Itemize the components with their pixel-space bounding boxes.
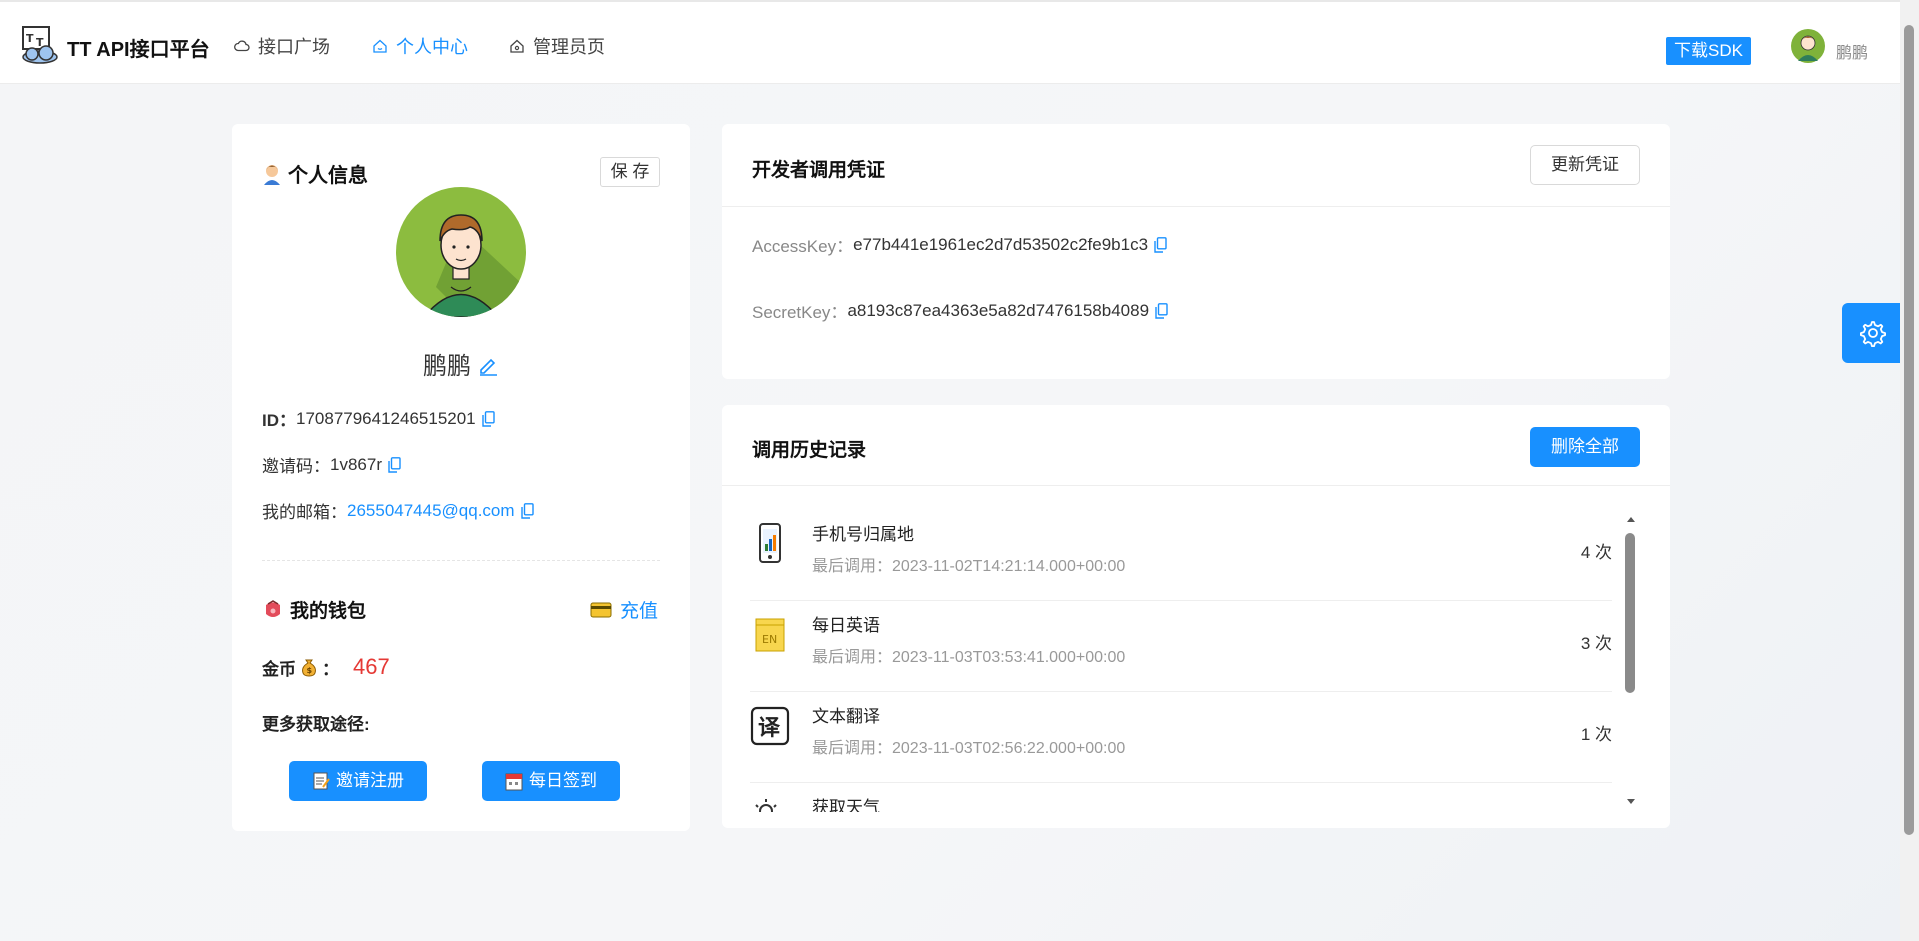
invite-register-button[interactable]: 邀请注册	[289, 761, 427, 801]
coins-row: 金币 $ ： 467	[262, 654, 390, 680]
profile-username: 鹏鹏	[232, 346, 690, 381]
id-value: 1708779641246515201	[296, 408, 476, 428]
recharge-link[interactable]: 充值	[590, 596, 658, 623]
invite-value: 1v867r	[330, 454, 382, 474]
nav-item-admin[interactable]: 管理员页	[509, 33, 605, 59]
history-item-time: 最后调用：2023-11-02T14:21:14.000+00:00	[812, 558, 1126, 575]
calendar-icon	[505, 773, 523, 791]
brand-title[interactable]: TT API接口平台	[67, 33, 210, 62]
cloud-icon	[234, 40, 250, 52]
nav-item-label: 个人中心	[396, 37, 468, 57]
history-item-count: 4 次	[1580, 543, 1612, 562]
access-key-row: AccessKey： e77b441e1961ec2d7d53502c2fe9b…	[752, 232, 1167, 257]
id-label: ID：	[262, 411, 296, 430]
history-item-name: 手机号归属地	[812, 525, 914, 544]
copy-icon[interactable]	[1155, 302, 1168, 319]
copy-icon[interactable]	[520, 502, 534, 519]
copy-icon[interactable]	[388, 456, 401, 473]
username-text: 鹏鹏	[423, 353, 471, 380]
phone-icon	[759, 523, 781, 563]
credentials-card: 开发者调用凭证 更新凭证 AccessKey： e77b441e1961ec2d…	[722, 124, 1670, 379]
save-button[interactable]: 保 存	[600, 157, 660, 187]
person-icon	[264, 164, 280, 185]
recharge-text: 充值	[620, 601, 659, 622]
history-item-name: 文本翻译	[812, 707, 880, 726]
credit-card-icon	[590, 602, 612, 617]
credentials-title: 开发者调用凭证	[752, 160, 886, 181]
history-item-count: 1 次	[1580, 725, 1612, 744]
settings-button[interactable]	[1842, 303, 1902, 363]
nav-item-label: 管理员页	[533, 37, 605, 57]
email-link[interactable]: 2655047445@qq.com	[347, 501, 515, 521]
secret-key-label: SecretKey：	[752, 303, 848, 322]
secret-key-row: SecretKey： a8193c87ea4363e5a82d7476158b4…	[752, 298, 1168, 323]
user-avatar[interactable]	[1791, 29, 1825, 63]
invite-code-row: 邀请码： 1v867r	[262, 452, 401, 477]
history-item[interactable]: 手机号归属地 最后调用：2023-11-02T14:21:14.000+00:0…	[750, 510, 1612, 601]
edit-icon[interactable]	[477, 354, 499, 376]
daily-checkin-button[interactable]: 每日签到	[482, 761, 620, 801]
nav-username[interactable]: 鹏鹏	[1836, 39, 1868, 63]
svg-text:EN: EN	[762, 633, 777, 646]
history-list[interactable]: 手机号归属地 最后调用：2023-11-02T14:21:14.000+00:0…	[750, 510, 1630, 812]
more-ways-label: 更多获取途径:	[262, 715, 370, 734]
secret-key-value: a8193c87ea4363e5a82d7476158b4089	[847, 300, 1150, 320]
memo-icon	[313, 772, 330, 790]
copy-icon[interactable]	[481, 410, 495, 427]
svg-text:译: 译	[758, 716, 781, 741]
money-bag-icon: $	[302, 659, 316, 677]
history-scrollbar-thumb[interactable]	[1625, 533, 1635, 693]
nav-item-label: 接口广场	[258, 37, 330, 57]
svg-text:T: T	[26, 32, 34, 45]
access-key-value: e77b441e1961ec2d7d53502c2fe9b1c3	[853, 234, 1149, 254]
history-item[interactable]: 获取天气	[750, 783, 1612, 812]
checkin-button-text: 每日签到	[529, 771, 597, 790]
nav-item-personal-center[interactable]: 个人中心	[372, 33, 468, 59]
profile-section-title: 个人信息	[262, 159, 368, 188]
history-title: 调用历史记录	[752, 440, 867, 461]
refresh-credentials-button[interactable]: 更新凭证	[1530, 145, 1640, 185]
invite-label: 邀请码：	[262, 457, 330, 476]
history-item[interactable]: EN 每日英语 最后调用：2023-11-03T03:53:41.000+00:…	[750, 601, 1612, 692]
history-item-name: 获取天气	[812, 798, 880, 812]
crown-icon	[510, 39, 524, 53]
access-key-label: AccessKey：	[752, 237, 854, 256]
email-row: 我的邮箱： 2655047445@qq.com	[262, 498, 534, 523]
header-divider	[722, 485, 1670, 486]
coins-colon: ：	[322, 659, 339, 679]
svg-text:$: $	[307, 666, 313, 675]
email-label: 我的邮箱：	[262, 503, 347, 522]
copy-icon[interactable]	[1154, 236, 1167, 253]
delete-all-button[interactable]: 删除全部	[1530, 427, 1640, 467]
history-item-time: 最后调用：2023-11-03T02:56:22.000+00:00	[812, 740, 1126, 757]
wallet-title-text: 我的钱包	[290, 601, 367, 622]
top-navbar: T T TT API接口平台 接口广场 个人中心 管理员页 下载SDK 鹏鹏	[0, 2, 1900, 84]
gear-icon	[1860, 321, 1886, 347]
page-scrollbar-thumb[interactable]	[1904, 25, 1914, 835]
coins-value: 467	[353, 654, 390, 679]
wallet-icon	[266, 599, 280, 617]
weather-icon	[755, 799, 777, 812]
history-item-count: 3 次	[1580, 634, 1612, 653]
logo-icon[interactable]: T T	[20, 24, 60, 64]
history-item-time: 最后调用：2023-11-03T03:53:41.000+00:00	[812, 649, 1126, 666]
header-divider	[722, 206, 1670, 207]
home-icon	[373, 39, 387, 53]
section-divider	[262, 560, 660, 561]
profile-card: 个人信息 保 存 鹏鹏 ID： 1708779641246515201 邀请码：…	[232, 124, 690, 831]
history-card: 调用历史记录 删除全部 手机号归属地 最后调用：2023-11-02T14:21…	[722, 405, 1670, 828]
invite-button-text: 邀请注册	[336, 771, 404, 790]
profile-avatar[interactable]	[396, 187, 526, 317]
translate-icon: 译	[750, 706, 790, 746]
history-item[interactable]: 译 文本翻译 最后调用：2023-11-03T02:56:22.000+00:0…	[750, 692, 1612, 783]
user-id-row: ID： 1708779641246515201	[262, 406, 495, 431]
history-item-name: 每日英语	[812, 616, 880, 635]
profile-title-text: 个人信息	[288, 165, 368, 187]
english-note-icon: EN	[755, 618, 785, 652]
coins-label: 金币	[262, 659, 296, 679]
download-sdk-button[interactable]: 下载SDK	[1666, 37, 1751, 65]
wallet-section-title: 我的钱包	[262, 596, 366, 623]
nav-item-api-square[interactable]: 接口广场	[234, 33, 330, 59]
